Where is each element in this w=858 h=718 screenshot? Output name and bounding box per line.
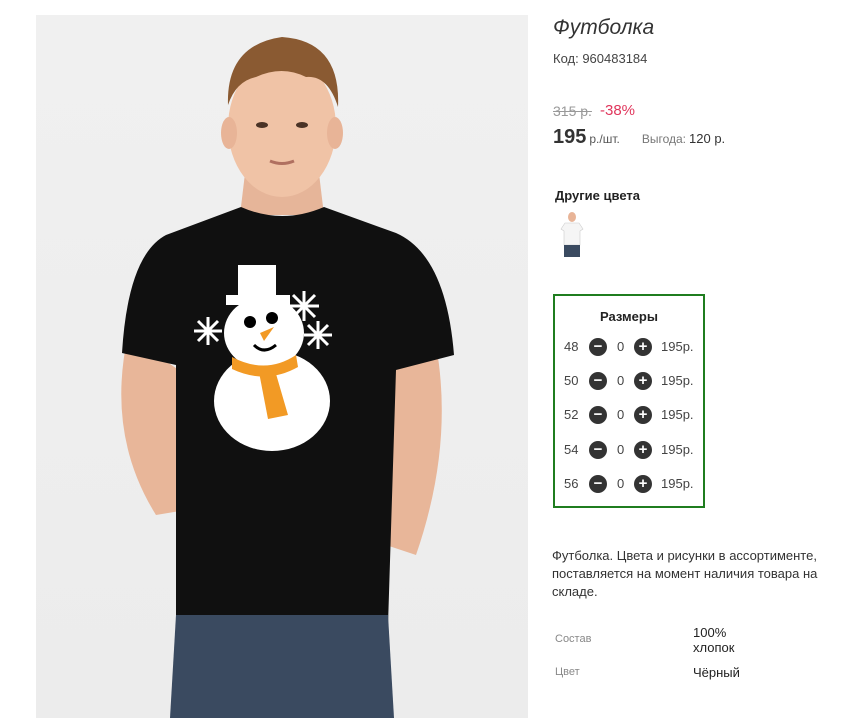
profit-label: Выгода: [641,132,687,146]
old-price: 315 р. [553,103,592,119]
size-label: 56 [564,476,579,491]
size-quantity: 0 [617,442,625,457]
size-quantity: 0 [617,339,625,354]
model-tshirt-illustration [121,37,454,718]
sizes-heading: Размеры [600,309,658,324]
minus-circle-icon[interactable]: − [589,441,607,459]
plus-circle-icon[interactable]: + [634,441,652,459]
other-colors-heading: Другие цвета [555,188,640,203]
product-title: Футболка [553,16,655,39]
profit-value: 120 р. [689,131,726,146]
discount-badge: -38% [600,102,636,119]
size-quantity: 0 [617,476,625,491]
minus-circle-icon[interactable]: − [589,475,607,493]
sizes-panel: Размеры 48 − 0 + 195р. 50 − 0 + 195р. 52… [553,294,705,508]
plus-circle-icon[interactable]: + [634,372,652,390]
white-tshirt-thumbnail-icon [560,212,584,257]
property-label: Цвет [555,666,580,678]
size-price: 195р. [661,407,694,422]
product-code: Код: 960483184 [553,51,648,66]
price-unit: р./шт. [589,132,620,146]
property-value: Чёрный [693,665,740,680]
size-label: 48 [564,339,579,354]
minus-circle-icon[interactable]: − [589,338,607,356]
plus-circle-icon[interactable]: + [634,338,652,356]
size-quantity: 0 [617,373,625,388]
size-price: 195р. [661,339,694,354]
color-swatch-white[interactable] [559,211,585,259]
size-price: 195р. [661,373,694,388]
size-label: 52 [564,407,579,422]
price-row: 195 р./шт. Выгода: 120 р. [553,126,725,149]
size-row: 48 − 0 + 195р. [555,337,705,357]
size-price: 195р. [661,476,694,491]
minus-circle-icon[interactable]: − [589,406,607,424]
size-row: 54 − 0 + 195р. [555,440,705,460]
size-label: 50 [564,373,579,388]
size-row: 56 − 0 + 195р. [555,474,705,494]
size-price: 195р. [661,442,694,457]
current-price: 195 [553,126,587,148]
plus-circle-icon[interactable]: + [634,406,652,424]
property-label: Состав [555,633,592,645]
size-quantity: 0 [617,407,625,422]
property-value: 100% хлопок [693,625,735,655]
size-row: 50 − 0 + 195р. [555,371,705,391]
product-photo[interactable] [36,15,528,718]
size-row: 52 − 0 + 195р. [555,405,705,425]
size-label: 54 [564,442,579,457]
minus-circle-icon[interactable]: − [589,372,607,390]
product-description: Футболка. Цвета и рисунки в ассортименте… [552,548,818,599]
plus-circle-icon[interactable]: + [634,475,652,493]
